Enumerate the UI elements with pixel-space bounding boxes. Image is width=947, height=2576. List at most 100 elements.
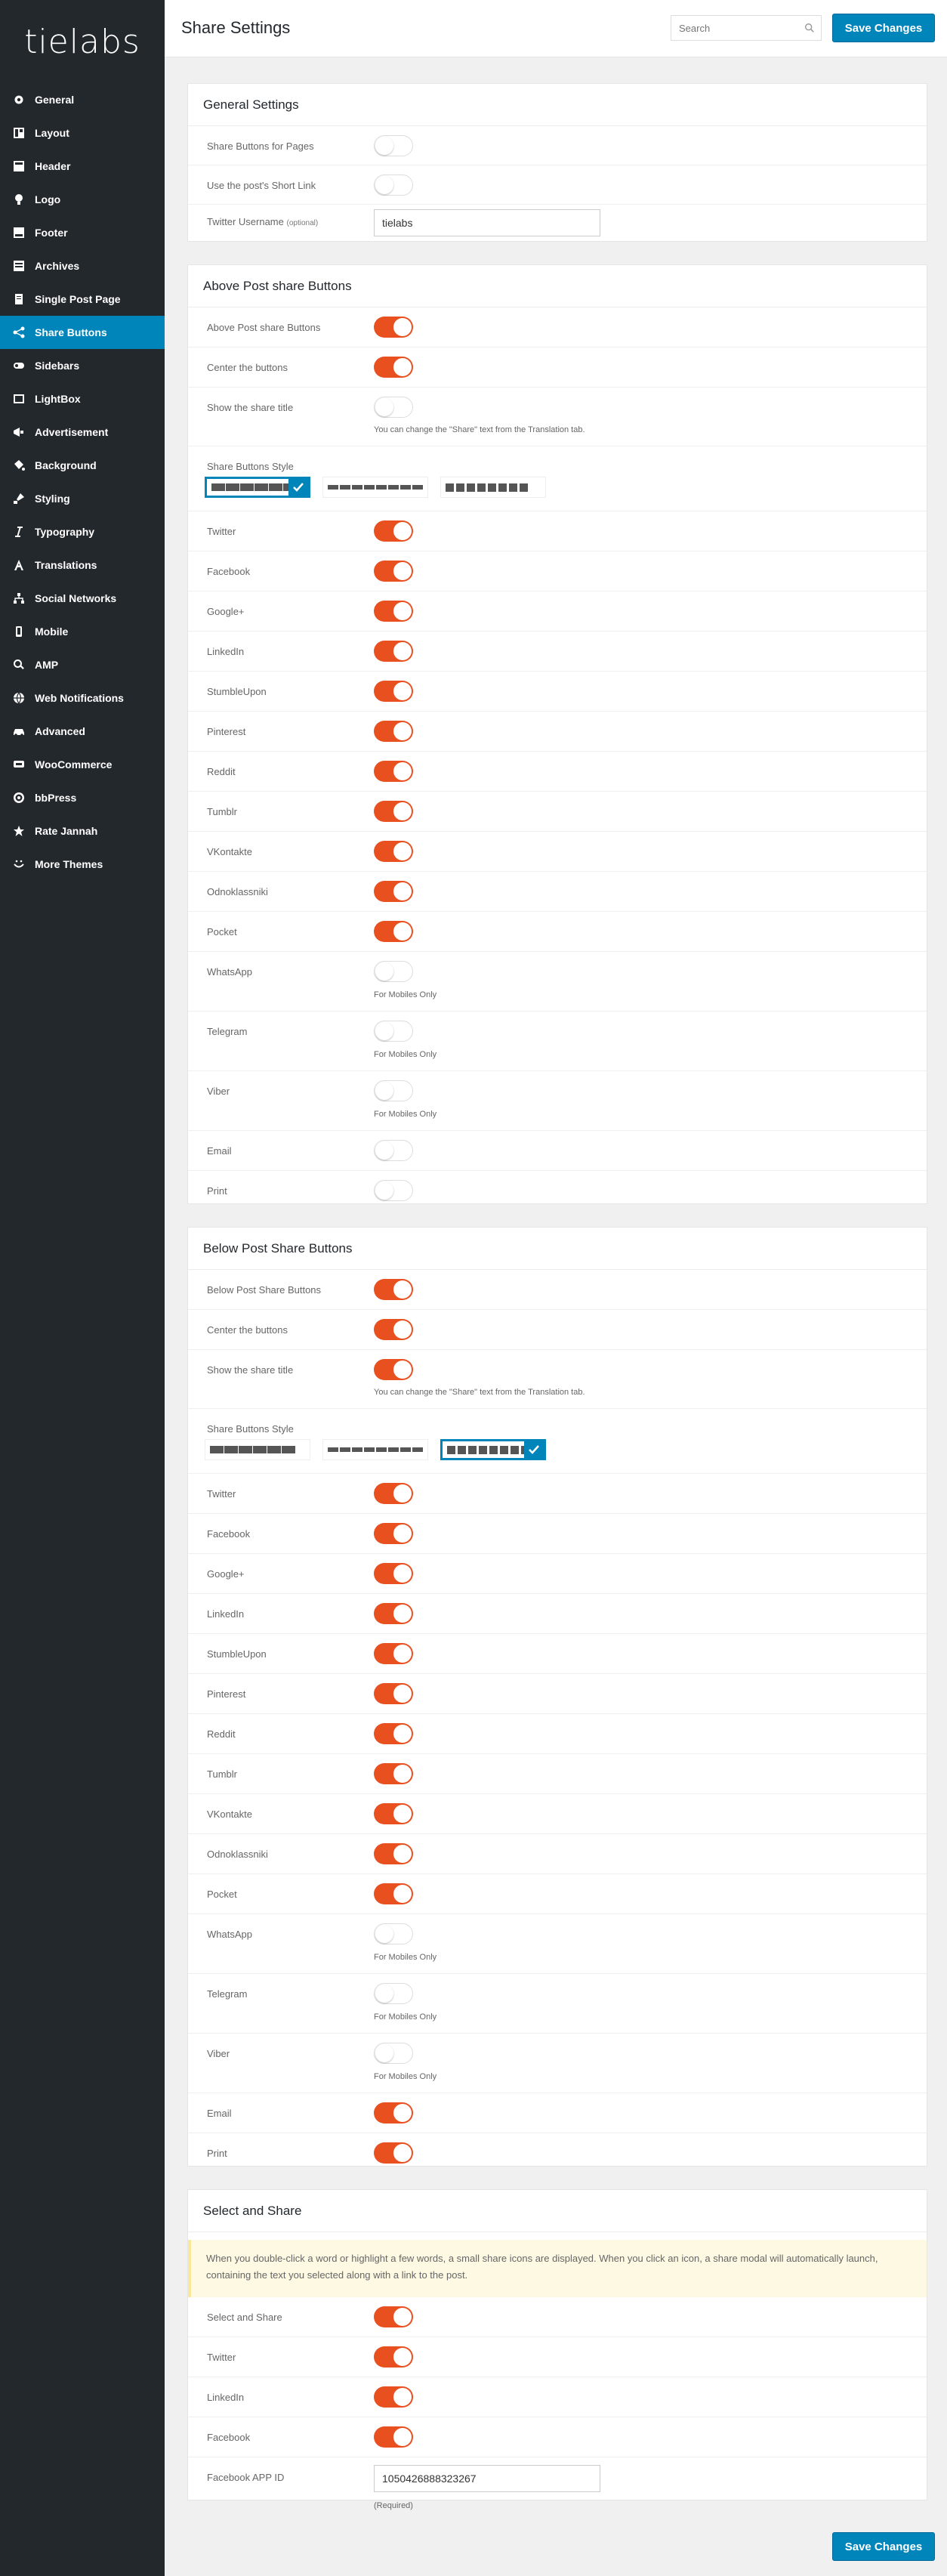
share-style-option-2[interactable] — [322, 477, 428, 498]
above-facebook-toggle[interactable] — [374, 561, 413, 582]
sidebar-item-layout[interactable]: Layout — [0, 116, 165, 150]
below-reddit-toggle[interactable] — [374, 1723, 413, 1744]
above-whatsapp-toggle[interactable] — [374, 961, 413, 982]
above-twitter-toggle[interactable] — [374, 520, 413, 542]
above-telegram-toggle[interactable] — [374, 1021, 413, 1042]
above-viber-toggle[interactable] — [374, 1080, 413, 1101]
sidebar-item-styling[interactable]: Styling — [0, 482, 165, 515]
below-odnoklassniki-toggle[interactable] — [374, 1843, 413, 1864]
below-print-toggle[interactable] — [374, 2142, 413, 2164]
help-text: For Mobiles Only — [374, 2072, 437, 2081]
above-reddit-toggle[interactable] — [374, 761, 413, 782]
setting-label: Pinterest — [207, 726, 246, 737]
below-center-buttons-toggle[interactable] — [374, 1319, 413, 1340]
select-share-linkedin-toggle[interactable] — [374, 2386, 413, 2408]
sidebar-item-footer[interactable]: Footer — [0, 216, 165, 249]
below-stumbleupon-toggle[interactable] — [374, 1643, 413, 1664]
setting-row: Twitter Username (optional) — [188, 205, 927, 242]
sidebar-item-label: Social Networks — [35, 592, 117, 604]
share-style-option-1[interactable] — [205, 477, 310, 498]
sidebar-item-general[interactable]: General — [0, 83, 165, 116]
above-odnoklassniki-toggle[interactable] — [374, 881, 413, 902]
sidebar-item-share-buttons[interactable]: Share Buttons — [0, 316, 165, 349]
select-share-twitter-toggle[interactable] — [374, 2346, 413, 2368]
below-whatsapp-toggle[interactable] — [374, 1923, 413, 1944]
below-viber-toggle[interactable] — [374, 2043, 413, 2064]
above-post-share-toggle[interactable] — [374, 317, 413, 338]
sidebar-item-advanced[interactable]: Advanced — [0, 715, 165, 748]
below-linkedin-toggle[interactable] — [374, 1603, 413, 1624]
share-style-option-3[interactable] — [440, 477, 546, 498]
sidebar-item-advertisement[interactable]: Advertisement — [0, 415, 165, 449]
above-email-toggle[interactable] — [374, 1140, 413, 1161]
above-stumbleupon-toggle[interactable] — [374, 681, 413, 702]
sidebar-item-amp[interactable]: AMP — [0, 648, 165, 681]
sidebar-item-sidebars[interactable]: Sidebars — [0, 349, 165, 382]
sidebar-item-logo[interactable]: Logo — [0, 183, 165, 216]
above-pocket-toggle[interactable] — [374, 921, 413, 942]
setting-label: Google+ — [207, 606, 245, 617]
save-changes-button-bottom[interactable]: Save Changes — [832, 2532, 935, 2561]
setting-label: LinkedIn — [207, 646, 245, 657]
sidebar-item-label: bbPress — [35, 792, 77, 804]
setting-row: Facebook APP ID (Required) — [188, 2457, 927, 2518]
search-input[interactable] — [671, 16, 800, 40]
sidebar-item-typography[interactable]: Typography — [0, 515, 165, 548]
share-style-option-1[interactable] — [205, 1439, 310, 1460]
below-telegram-toggle[interactable] — [374, 1983, 413, 2004]
sidebar-nav: General Layout Header Logo Footer Archives Sin… — [0, 83, 165, 881]
select-share-toggle[interactable] — [374, 2306, 413, 2327]
lightbox-icon — [11, 392, 27, 406]
sidebar-item-bbpress[interactable]: bbPress — [0, 781, 165, 814]
below-google-toggle[interactable] — [374, 1563, 413, 1584]
setting-label: Facebook — [207, 1528, 251, 1540]
below-vkontakte-toggle[interactable] — [374, 1803, 413, 1824]
below-pocket-toggle[interactable] — [374, 1883, 413, 1904]
above-show-title-toggle[interactable] — [374, 397, 413, 418]
sidebar-item-social-networks[interactable]: Social Networks — [0, 582, 165, 615]
setting-label: Pinterest — [207, 1688, 246, 1700]
below-post-share-toggle[interactable] — [374, 1279, 413, 1300]
below-show-title-toggle[interactable] — [374, 1359, 413, 1380]
setting-row: LinkedIn — [188, 632, 927, 672]
short-link-toggle[interactable] — [374, 175, 413, 196]
help-text: For Mobiles Only — [374, 990, 437, 999]
sidebar-item-single-post-page[interactable]: Single Post Page — [0, 283, 165, 316]
below-pinterest-toggle[interactable] — [374, 1683, 413, 1704]
share-style-option-3[interactable] — [440, 1439, 546, 1460]
sidebar-item-label: Mobile — [35, 625, 69, 638]
above-center-buttons-toggle[interactable] — [374, 357, 413, 378]
above-linkedin-toggle[interactable] — [374, 641, 413, 662]
sidebar-item-mobile[interactable]: Mobile — [0, 615, 165, 648]
sidebar-item-translations[interactable]: Translations — [0, 548, 165, 582]
twitter-username-input[interactable] — [374, 209, 600, 236]
search-box — [671, 15, 822, 41]
setting-label: Google+ — [207, 1568, 245, 1580]
below-tumblr-toggle[interactable] — [374, 1763, 413, 1784]
sidebar-item-lightbox[interactable]: LightBox — [0, 382, 165, 415]
sidebar-item-background[interactable]: Background — [0, 449, 165, 482]
below-twitter-toggle[interactable] — [374, 1483, 413, 1504]
below-facebook-toggle[interactable] — [374, 1523, 413, 1544]
above-print-toggle[interactable] — [374, 1180, 413, 1201]
share-pages-toggle[interactable] — [374, 135, 413, 156]
sidebar-item-archives[interactable]: Archives — [0, 249, 165, 283]
sidebar-item-more-themes[interactable]: More Themes — [0, 848, 165, 881]
below-email-toggle[interactable] — [374, 2102, 413, 2124]
above-vkontakte-toggle[interactable] — [374, 841, 413, 862]
select-share-facebook-toggle[interactable] — [374, 2426, 413, 2448]
above-pinterest-toggle[interactable] — [374, 721, 413, 742]
save-changes-button[interactable]: Save Changes — [832, 14, 935, 42]
paint-bucket-icon — [11, 459, 27, 472]
sidebar-item-label: Typography — [35, 526, 95, 538]
sidebar-item-rate-jannah[interactable]: Rate Jannah — [0, 814, 165, 848]
setting-row: Google+ — [188, 591, 927, 632]
above-google-toggle[interactable] — [374, 601, 413, 622]
help-text: You can change the "Share" text from the… — [374, 425, 585, 434]
sidebar-item-woocommerce[interactable]: WooCommerce — [0, 748, 165, 781]
facebook-app-id-input[interactable] — [374, 2465, 600, 2492]
sidebar-item-web-notifications[interactable]: Web Notifications — [0, 681, 165, 715]
sidebar-item-header[interactable]: Header — [0, 150, 165, 183]
share-style-option-2[interactable] — [322, 1439, 428, 1460]
above-tumblr-toggle[interactable] — [374, 801, 413, 822]
